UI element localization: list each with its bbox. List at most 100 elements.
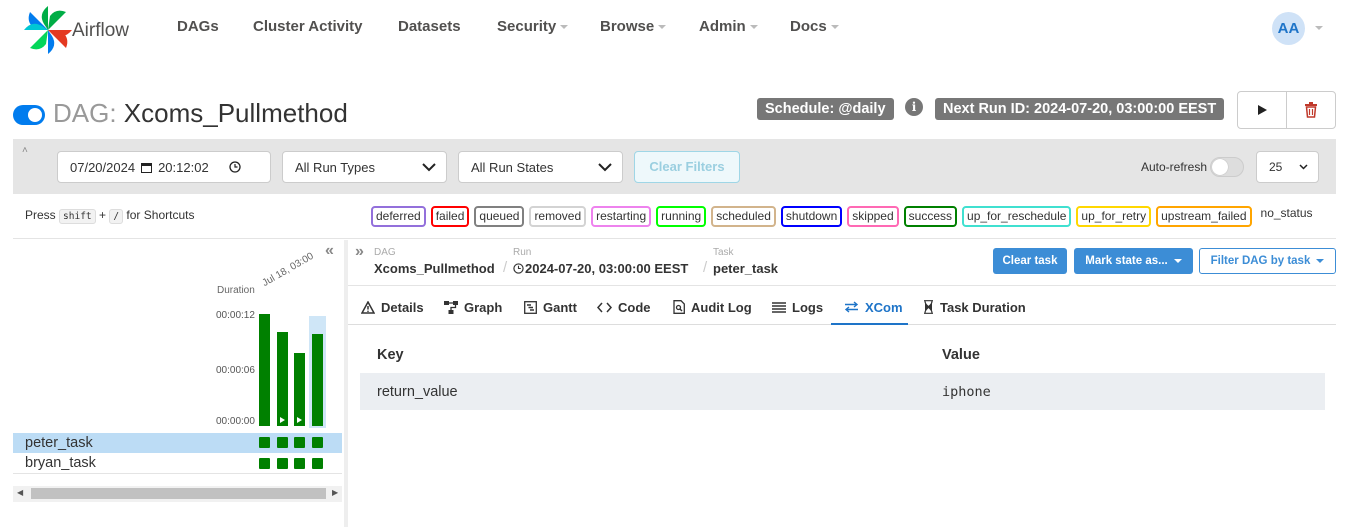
scroll-left-arrow-icon[interactable]: ◀ [17,488,23,497]
task-instance-square[interactable] [312,437,323,448]
breadcrumb-run[interactable]: 2024-07-20, 03:00:00 EEST [513,261,688,276]
run-duration-bar[interactable] [312,334,323,426]
tab-graph[interactable]: Graph [444,290,502,324]
run-duration-bar[interactable] [259,314,270,426]
schedule-badge: Schedule: @daily [757,98,894,120]
tab-details[interactable]: Details [361,290,424,324]
info-icon[interactable]: i [905,98,923,116]
run-state-select[interactable]: All Run States [458,151,623,183]
airflow-logo-icon[interactable] [22,4,74,56]
legend-up-for-retry[interactable]: up_for_retry [1076,206,1152,227]
time-value: 20:12:02 [158,159,209,175]
run-type-select[interactable]: All Run Types [282,151,447,183]
clock-icon[interactable] [229,161,241,173]
legend-shutdown[interactable]: shutdown [780,206,843,227]
legend-no-status[interactable]: no_status [1257,206,1317,227]
divider [13,238,1336,239]
breadcrumb-separator: / [503,259,508,276]
collapse-grid-icon[interactable]: « [325,242,334,260]
task-instance-square[interactable] [277,437,288,448]
nav-datasets[interactable]: Datasets [398,18,461,35]
user-avatar[interactable]: AA [1272,12,1305,45]
breadcrumb-task[interactable]: peter_task [713,261,778,276]
graph-icon [444,300,458,314]
task-instance-square[interactable] [259,458,270,469]
run-duration-bar[interactable] [294,353,305,426]
task-row-peter[interactable]: peter_task [13,433,342,453]
table-row [360,373,1325,410]
divider [13,473,342,474]
legend-scheduled[interactable]: scheduled [711,206,776,227]
user-menu-chevron-icon[interactable] [1315,26,1323,30]
legend-failed[interactable]: failed [430,206,470,227]
nav-security[interactable]: Security [497,18,569,35]
calendar-icon[interactable] [141,162,153,173]
scroll-right-arrow-icon[interactable]: ▶ [332,488,338,497]
app-name[interactable]: Airflow [72,20,129,42]
task-instance-square[interactable] [312,458,323,469]
task-name: bryan_task [25,455,96,471]
legend-deferred[interactable]: deferred [371,206,426,227]
slash-key: / [109,209,124,224]
nav-cluster-activity[interactable]: Cluster Activity [253,18,362,35]
legend-restarting[interactable]: restarting [591,206,652,227]
nav-dags[interactable]: DAGs [177,18,219,35]
tab-code[interactable]: Code [597,290,651,324]
xcom-arrows-icon [844,301,859,313]
legend-upstream-failed[interactable]: upstream_failed [1156,206,1252,227]
trash-icon [1305,102,1317,118]
date-value: 07/20/2024 [70,159,136,175]
page-size-select[interactable]: 25 [1256,151,1319,183]
tab-task-duration[interactable]: Task Duration [923,290,1026,324]
play-icon [1258,105,1267,115]
task-instance-square[interactable] [294,437,305,448]
delete-dag-button[interactable] [1286,91,1336,129]
task-row-bryan[interactable]: bryan_task [13,453,342,473]
run-date-label: Jul 18, 03:00 [260,250,316,289]
collapse-filters-chevron-icon[interactable]: ˄ [22,145,28,156]
nav-admin[interactable]: Admin [699,18,758,35]
breadcrumb-dag[interactable]: Xcoms_Pullmethod [374,261,495,276]
task-instance-square[interactable] [259,437,270,448]
task-instance-square[interactable] [294,458,305,469]
legend-running[interactable]: running [656,206,707,227]
shortcuts-hint: Press shift + / for Shortcuts [25,208,195,224]
dag-pause-toggle[interactable] [13,105,45,125]
page-size-value: 25 [1269,160,1283,174]
hourglass-icon [924,300,933,314]
legend-removed[interactable]: removed [529,206,587,227]
divider [348,285,1336,286]
run-duration-bar[interactable] [277,332,288,426]
auto-refresh-toggle[interactable] [1210,157,1244,177]
tab-audit-log[interactable]: Audit Log [673,290,752,324]
filter-dag-by-task-button[interactable]: Filter DAG by task [1199,248,1336,274]
expand-grid-icon[interactable]: » [355,243,364,261]
legend-up-for-reschedule[interactable]: up_for_reschedule [962,206,1072,227]
manual-run-icon [280,417,285,423]
state-legend: deferred failed queued removed restarting run… [371,206,1317,227]
trigger-dag-button[interactable] [1237,91,1287,129]
nav-browse[interactable]: Browse [600,18,667,35]
top-navbar: Airflow DAGs Cluster Activity Datasets S… [0,0,1350,58]
legend-queued[interactable]: queued [474,206,525,227]
clear-filters-button[interactable]: Clear Filters [634,151,740,183]
gantt-icon [524,300,537,314]
legend-success[interactable]: success [903,206,958,227]
task-instance-square[interactable] [277,458,288,469]
tab-xcom[interactable]: XCom [844,290,903,324]
scrollbar-thumb[interactable] [31,488,326,499]
panel-resize-handle[interactable] [344,240,348,527]
logs-icon [772,301,786,313]
chevron-down-icon [830,25,839,30]
dag-title-name[interactable]: Xcoms_Pullmethod [124,98,348,128]
clear-task-button[interactable]: Clear task [993,248,1067,274]
tab-logs[interactable]: Logs [772,290,823,324]
warning-triangle-icon [361,300,375,314]
base-date-input[interactable]: 07/20/2024 20:12:02 [57,151,271,183]
legend-skipped[interactable]: skipped [847,206,899,227]
duration-axis-label: Duration [217,285,255,296]
nav-docs[interactable]: Docs [790,18,839,35]
auto-refresh-label: Auto-refresh [1141,160,1208,174]
tab-gantt[interactable]: Gantt [524,290,577,324]
mark-state-button[interactable]: Mark state as... [1074,248,1193,274]
